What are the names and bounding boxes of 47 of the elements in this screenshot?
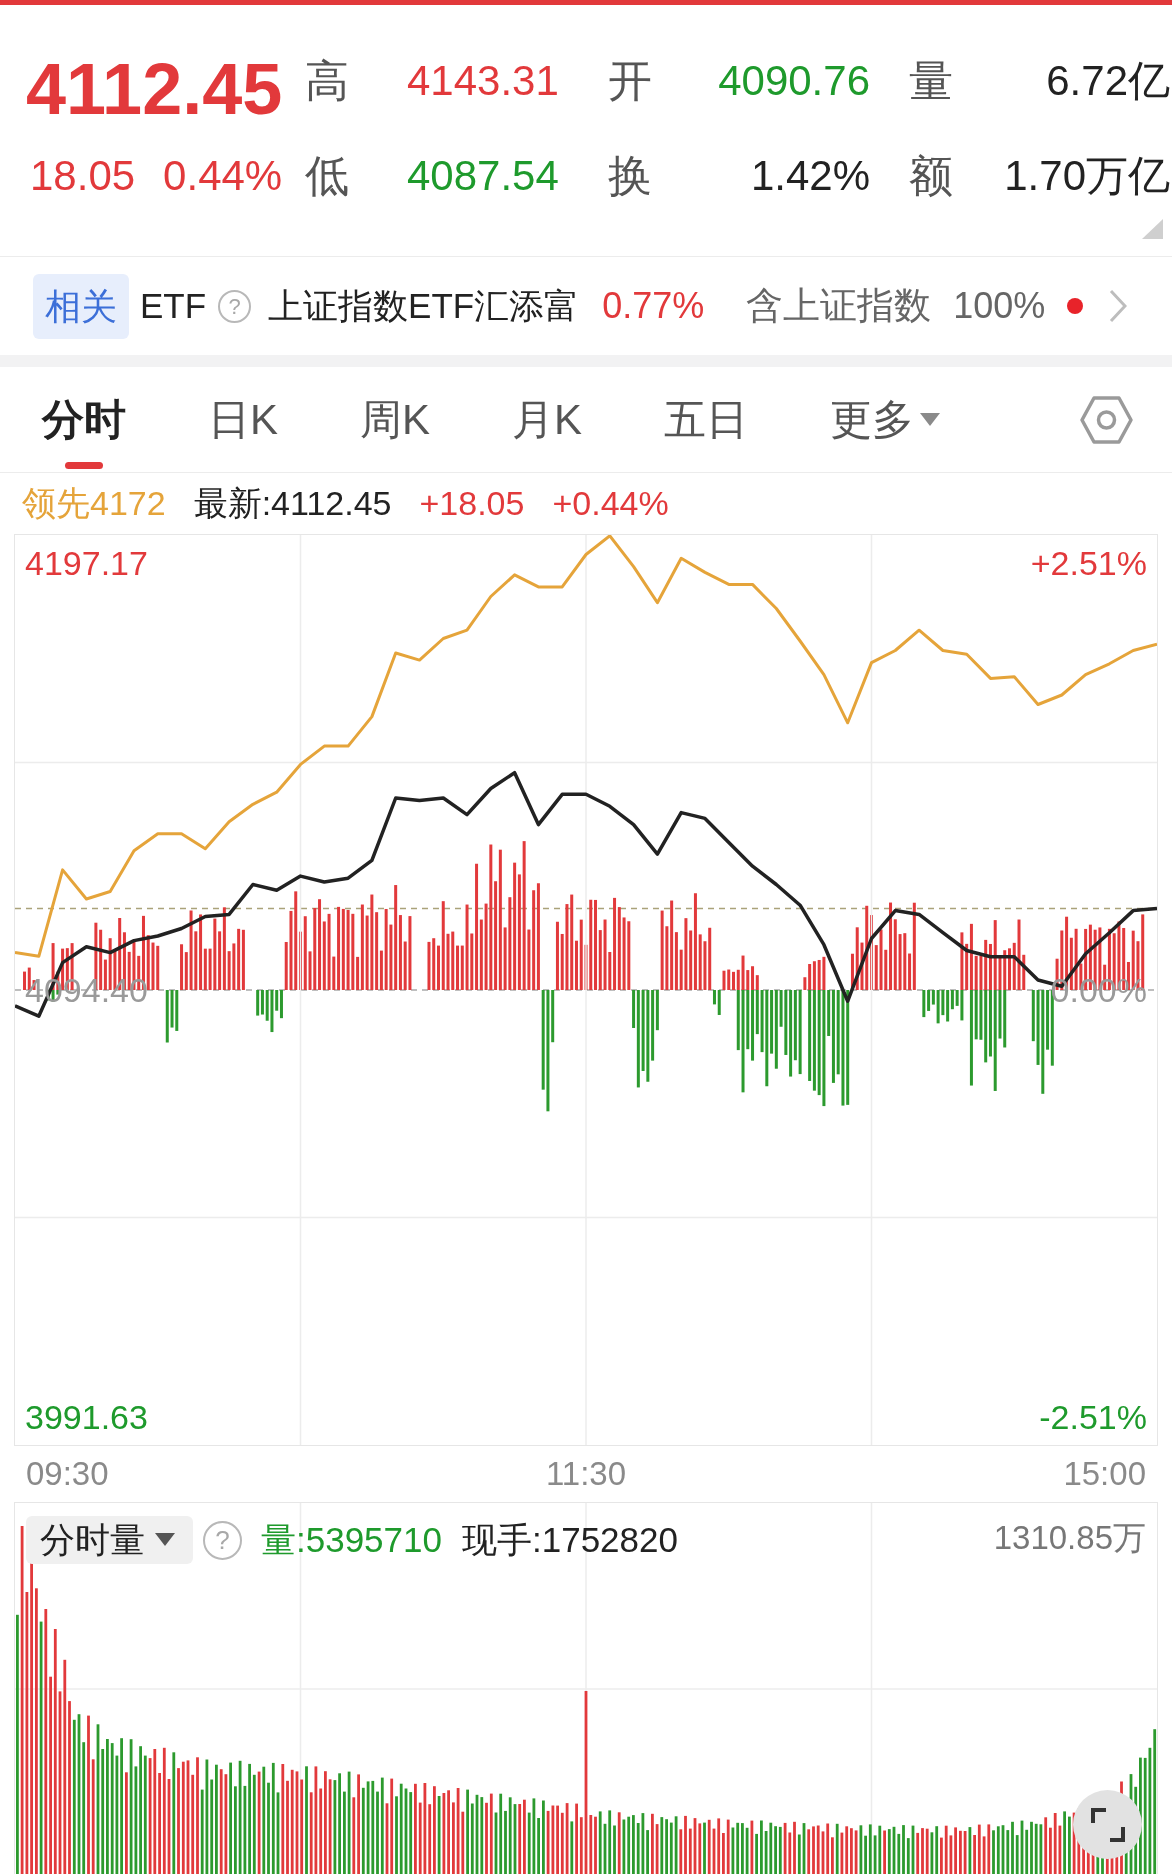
chart-tab[interactable]: 分时 bbox=[42, 367, 126, 472]
percent-axis-label: +2.51% bbox=[1030, 542, 1147, 583]
chart-tab[interactable]: 日K bbox=[208, 367, 278, 472]
stat-value: 4143.31 bbox=[407, 60, 559, 102]
chart-tab[interactable]: 更多 bbox=[830, 367, 941, 472]
chart-tab[interactable]: 月K bbox=[512, 367, 583, 472]
volume-total: 量:5395710 bbox=[261, 1518, 442, 1561]
stat-label: 换 bbox=[608, 154, 652, 198]
latest-price-value: 最新:4112.45 bbox=[193, 482, 392, 524]
stat-value: 4090.76 bbox=[718, 60, 870, 102]
corner-triangle-icon bbox=[1142, 219, 1163, 239]
time-axis-label: 11:30 bbox=[545, 1454, 627, 1494]
volume-indicator-dropdown[interactable]: 分时量 bbox=[26, 1516, 193, 1564]
etf-fund-name: 上证指数ETF汇添富 bbox=[268, 284, 580, 327]
stat-value: 4087.54 bbox=[407, 155, 559, 197]
stat-value: 1.70万亿 bbox=[1004, 155, 1170, 197]
related-tag: 相关 bbox=[33, 273, 129, 339]
chart-tab[interactable]: 周K bbox=[360, 367, 431, 472]
stat-label: 低 bbox=[305, 154, 349, 198]
volume-max-label: 1310.85万 bbox=[993, 1518, 1146, 1558]
chevron-right-icon[interactable] bbox=[1109, 289, 1128, 323]
etf-change: 0.77% bbox=[602, 285, 705, 327]
price-change-percent: 0.44% bbox=[163, 155, 283, 197]
stat-label: 开 bbox=[608, 59, 652, 103]
price-axis-label: 4197.17 bbox=[25, 542, 148, 583]
percent-axis-label: -2.51% bbox=[1039, 1397, 1147, 1438]
time-axis-label: 15:00 bbox=[1063, 1454, 1146, 1494]
stat-label: 高 bbox=[305, 59, 349, 103]
stat-value: 1.42% bbox=[750, 155, 870, 197]
last-volume: 现手:1752820 bbox=[462, 1518, 678, 1561]
settings-icon[interactable] bbox=[1080, 395, 1133, 444]
stat-value: 6.72亿 bbox=[1046, 60, 1170, 102]
price-change: 18.05 bbox=[30, 155, 136, 197]
etf-label: ETF bbox=[140, 286, 207, 326]
chart-tab[interactable]: 五日 bbox=[664, 367, 749, 472]
fullscreen-icon bbox=[1090, 1807, 1125, 1842]
change-value: +18.05 bbox=[419, 484, 525, 523]
stat-label: 量 bbox=[909, 59, 953, 103]
holding-label: 含上证指数 bbox=[746, 284, 932, 328]
holding-percent: 100% bbox=[953, 285, 1046, 327]
price-axis-label: 3991.63 bbox=[25, 1397, 148, 1438]
stat-label: 额 bbox=[909, 154, 953, 198]
time-axis-label: 09:30 bbox=[26, 1454, 109, 1494]
current-price: 4112.45 bbox=[26, 53, 283, 125]
tab-underline bbox=[65, 462, 103, 469]
leading-index-value: 领先4172 bbox=[22, 482, 166, 524]
change-percent-value: +0.44% bbox=[552, 484, 669, 523]
